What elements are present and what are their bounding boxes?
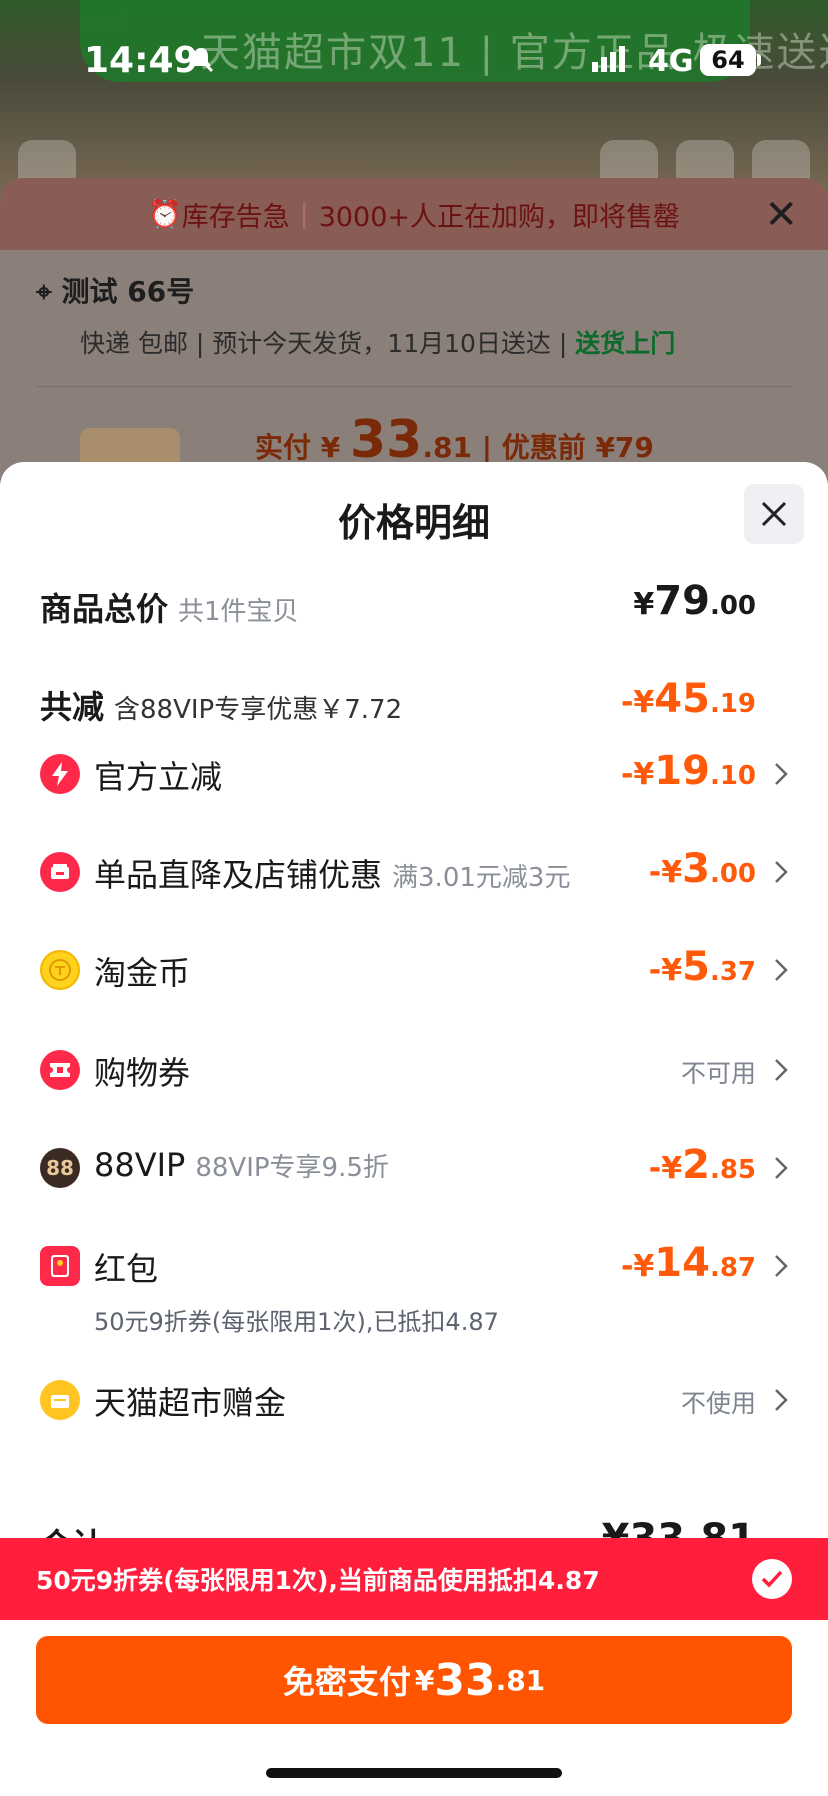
vip88-icon: 88 (40, 1148, 80, 1188)
battery-icon: 64 (700, 44, 756, 76)
currency: -¥ (648, 1151, 683, 1186)
network-type: 4G (648, 44, 694, 79)
status-text: 不使用 (680, 1389, 756, 1418)
reduction-amount: -¥45.19 (621, 676, 756, 722)
row-label: 红包 (94, 1250, 159, 1288)
close-icon (761, 501, 787, 527)
check-icon[interactable] (752, 1559, 792, 1599)
amount-int: 45 (654, 676, 710, 722)
currency: ¥ (633, 587, 655, 622)
amount-int: 3 (682, 846, 710, 892)
password-free-pay-button[interactable]: 免密支付 ¥33.81 (36, 1636, 792, 1724)
amount-int: 2 (682, 1142, 710, 1188)
bottom-pay-area: 免密支付 ¥33.81 (0, 1620, 828, 1796)
currency: -¥ (620, 685, 655, 720)
status-text: 不可用 (680, 1059, 756, 1088)
close-icon[interactable]: ✕ (764, 192, 798, 238)
amount-int: 19 (654, 748, 710, 794)
stock-warning-bar: ⏰ 库存告急 | 3000+人正在加购，即将售罄 ✕ (0, 178, 828, 250)
order-sheet-background: ⏰ 库存告急 | 3000+人正在加购，即将售罄 ✕ ⌖ 测试 66号 快递 包… (0, 178, 828, 488)
currency: -¥ (620, 1249, 655, 1284)
currency: ¥ (414, 1663, 435, 1697)
battery-tip (757, 54, 761, 66)
coupon-banner-text: 50元9折券(每张限用1次),当前商品使用抵扣4.87 (36, 1566, 600, 1595)
door-delivery-label: 送货上门 (575, 329, 676, 358)
vip-discount-note: 含88VIP专享优惠￥7.72 (114, 695, 403, 725)
stock-warning-label: 库存告急 (181, 201, 290, 233)
reduction-label: 共减 (40, 688, 105, 726)
location-pin-icon: ⌖ (36, 275, 52, 308)
signal-icon (592, 46, 625, 72)
chevron-right-icon (775, 1255, 788, 1277)
chevron-right-icon (775, 959, 788, 981)
row-label: 天猫超市赠金 (94, 1384, 287, 1422)
before-discount-price: 优惠前 ¥79 (501, 431, 654, 464)
row-label: 官方立减 (94, 758, 223, 796)
address-row[interactable]: ⌖ 测试 66号 (36, 270, 194, 310)
gift-money-icon (40, 1380, 80, 1420)
battery-level: 64 (711, 46, 745, 74)
lightning-icon (40, 754, 80, 794)
amount-dec: .81 (495, 1663, 546, 1697)
red-envelope-icon (40, 1246, 80, 1286)
currency: -¥ (648, 855, 683, 890)
clock: 14:49 (84, 40, 199, 81)
currency: -¥ (620, 757, 655, 792)
amount-dec: .87 (709, 1253, 756, 1283)
sheet-title: 价格明细 (337, 501, 490, 545)
row-label: 购物券 (94, 1054, 191, 1092)
row-sub: 满3.01元减3元 (392, 863, 571, 893)
amount-int: 14 (654, 1240, 710, 1286)
home-indicator[interactable] (266, 1768, 562, 1778)
shipping-info: 快递 包邮 | 预计今天发货，11月10日送达 | 送货上门 (80, 329, 676, 358)
store-icon (40, 852, 80, 892)
amount-int: 5 (682, 944, 710, 990)
row-label: 88VIP (94, 1146, 186, 1184)
stock-warning-detail: 3000+人正在加购，即将售罄 (318, 201, 681, 233)
vip88-icon-text: 88 (46, 1156, 74, 1180)
row-label: 淘金币 (94, 954, 191, 992)
amount-dec: .19 (709, 689, 756, 719)
red-envelope-detail: 50元9折券(每张限用1次),已抵扣4.87 (94, 1308, 499, 1336)
amount-dec: .10 (709, 761, 756, 791)
currency: -¥ (648, 953, 683, 988)
price-int: 33 (349, 410, 423, 470)
status-bar: 14:49 4G 64 (0, 0, 828, 120)
chevron-right-icon (775, 1157, 788, 1179)
ticket-icon (40, 1050, 80, 1090)
price-dec: .81 (422, 431, 472, 464)
row-label: 单品直降及店铺优惠 (94, 856, 383, 894)
coin-icon (40, 950, 80, 990)
chevron-right-icon (775, 1059, 788, 1081)
amount-dec: .00 (709, 859, 756, 889)
item-count: 共1件宝贝 (178, 597, 299, 627)
coupon-applied-banner[interactable]: 50元9折券(每张限用1次),当前商品使用抵扣4.87 (0, 1538, 828, 1620)
shipping-method: 快递 包邮 (80, 329, 188, 358)
price-label: 实付 ¥ (255, 431, 341, 464)
amount-int: 33 (434, 1654, 496, 1706)
delivery-estimate: 预计今天发货，11月10日送达 (212, 329, 551, 358)
alarm-icon: ⏰ (147, 199, 182, 230)
close-button[interactable] (744, 484, 804, 544)
row-sub: 88VIP专享9.5折 (195, 1153, 389, 1183)
background-price: 实付 ¥ 33.81 | 优惠前 ¥79 (255, 410, 654, 470)
amount-dec: .85 (709, 1155, 756, 1185)
total-price-amount: ¥79.00 (633, 578, 756, 624)
amount-dec: .00 (709, 591, 756, 621)
chevron-right-icon (775, 1389, 788, 1411)
divider (36, 386, 792, 387)
chevron-right-icon (775, 861, 788, 883)
address-name: 测试 66号 (61, 275, 195, 308)
total-price-label: 商品总价 (40, 590, 169, 628)
pay-button-label: 免密支付 (282, 1663, 411, 1701)
amount-dec: .37 (709, 957, 756, 987)
chevron-right-icon (775, 763, 788, 785)
bell-muted-icon (188, 46, 214, 73)
amount-int: 79 (654, 578, 710, 624)
